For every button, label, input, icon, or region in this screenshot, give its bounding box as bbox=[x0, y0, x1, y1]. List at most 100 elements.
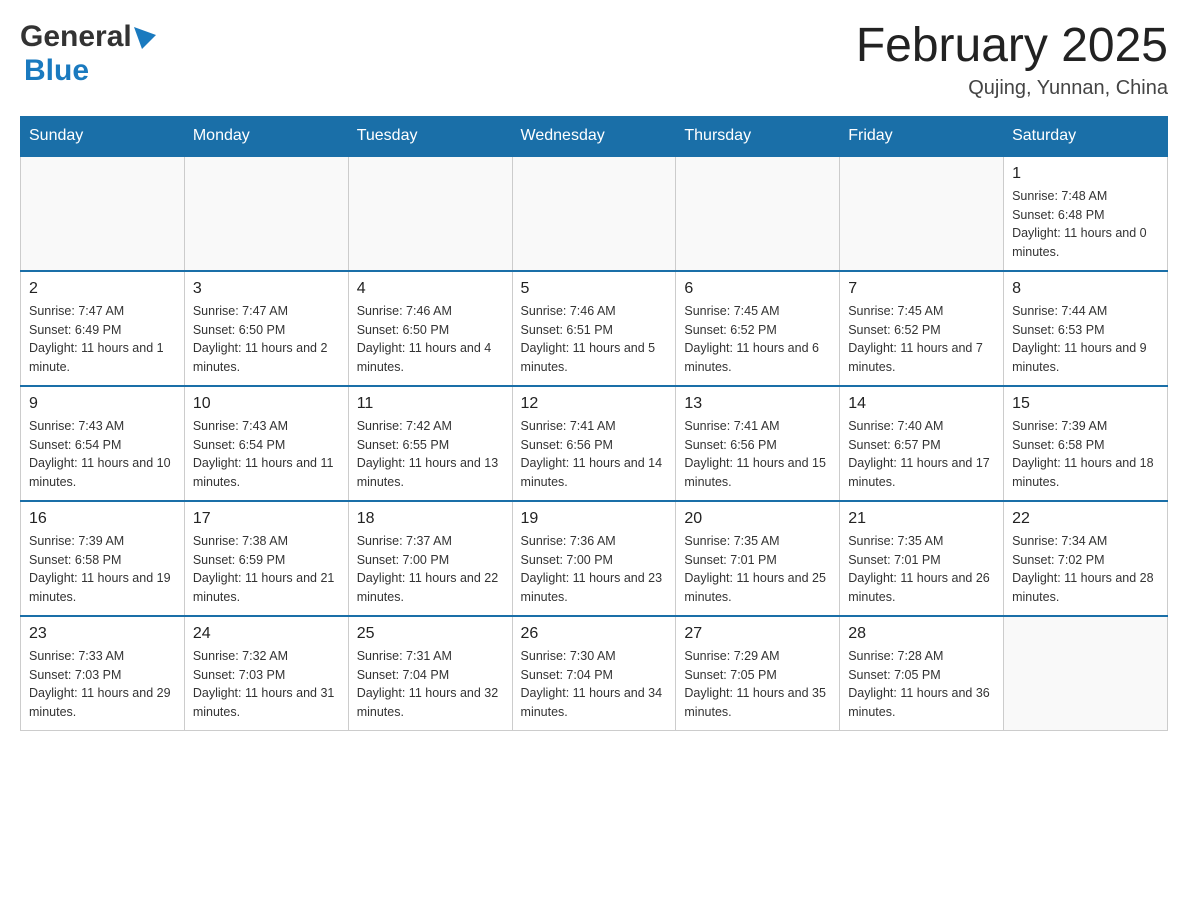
day-number: 4 bbox=[357, 280, 504, 298]
day-info: Sunrise: 7:43 AMSunset: 6:54 PMDaylight:… bbox=[29, 417, 176, 492]
calendar-cell: 4Sunrise: 7:46 AMSunset: 6:50 PMDaylight… bbox=[348, 271, 512, 386]
title-block: February 2025 Qujing, Yunnan, China bbox=[856, 20, 1168, 100]
calendar-cell: 1Sunrise: 7:48 AMSunset: 6:48 PMDaylight… bbox=[1004, 156, 1168, 271]
day-number: 23 bbox=[29, 625, 176, 643]
calendar-cell: 22 Sunrise: 7:34 AMSunset: 7:02 PMDayligh… bbox=[1004, 501, 1168, 616]
weekday-header-tuesday: Tuesday bbox=[348, 116, 512, 156]
day-info: Sunrise: 7:42 AMSunset: 6:55 PMDaylight:… bbox=[357, 417, 504, 492]
day-number: 20 bbox=[684, 510, 831, 528]
calendar-header: SundayMondayTuesdayWednesdayThursdayFrid… bbox=[21, 116, 1168, 156]
day-info: Sunrise: 7:40 AMSunset: 6:57 PMDaylight:… bbox=[848, 417, 995, 492]
day-number: 27 bbox=[684, 625, 831, 643]
day-number: 10 bbox=[193, 395, 340, 413]
calendar-cell: 6 Sunrise: 7:45 AMSunset: 6:52 PMDaylight… bbox=[676, 271, 840, 386]
day-info: Sunrise: 7:35 AMSunset: 7:01 PMDaylight:… bbox=[684, 532, 831, 607]
logo-general-text: General bbox=[20, 20, 132, 54]
day-number: 28 bbox=[848, 625, 995, 643]
day-info: Sunrise: 7:46 AMSunset: 6:51 PMDaylight:… bbox=[521, 302, 668, 377]
calendar-cell: 11Sunrise: 7:42 AMSunset: 6:55 PMDayligh… bbox=[348, 386, 512, 501]
weekday-header-friday: Friday bbox=[840, 116, 1004, 156]
calendar-week-2: 2 Sunrise: 7:47 AMSunset: 6:49 PMDaylight… bbox=[21, 271, 1168, 386]
day-number: 21 bbox=[848, 510, 995, 528]
calendar-cell: 20 Sunrise: 7:35 AMSunset: 7:01 PMDayligh… bbox=[676, 501, 840, 616]
weekday-header-row: SundayMondayTuesdayWednesdayThursdayFrid… bbox=[21, 116, 1168, 156]
weekday-header-monday: Monday bbox=[184, 116, 348, 156]
weekday-header-sunday: Sunday bbox=[21, 116, 185, 156]
day-number: 16 bbox=[29, 510, 176, 528]
calendar-cell: 24 Sunrise: 7:32 AMSunset: 7:03 PMDayligh… bbox=[184, 616, 348, 731]
day-info: Sunrise: 7:30 AMSunset: 7:04 PMDaylight:… bbox=[521, 647, 668, 722]
calendar-cell bbox=[348, 156, 512, 271]
weekday-header-saturday: Saturday bbox=[1004, 116, 1168, 156]
day-number: 8 bbox=[1012, 280, 1159, 298]
calendar-cell: 23 Sunrise: 7:33 AMSunset: 7:03 PMDayligh… bbox=[21, 616, 185, 731]
day-number: 2 bbox=[29, 280, 176, 298]
calendar-cell: 2 Sunrise: 7:47 AMSunset: 6:49 PMDaylight… bbox=[21, 271, 185, 386]
day-info: Sunrise: 7:39 AMSunset: 6:58 PMDaylight:… bbox=[1012, 417, 1159, 492]
day-info: Sunrise: 7:31 AMSunset: 7:04 PMDaylight:… bbox=[357, 647, 504, 722]
day-info: Sunrise: 7:39 AMSunset: 6:58 PMDaylight:… bbox=[29, 532, 176, 607]
calendar-cell: 25 Sunrise: 7:31 AMSunset: 7:04 PMDayligh… bbox=[348, 616, 512, 731]
day-info: Sunrise: 7:44 AMSunset: 6:53 PMDaylight:… bbox=[1012, 302, 1159, 377]
weekday-header-wednesday: Wednesday bbox=[512, 116, 676, 156]
calendar-cell: 13Sunrise: 7:41 AMSunset: 6:56 PMDayligh… bbox=[676, 386, 840, 501]
day-info: Sunrise: 7:43 AMSunset: 6:54 PMDaylight:… bbox=[193, 417, 340, 492]
weekday-header-thursday: Thursday bbox=[676, 116, 840, 156]
calendar-cell: 7Sunrise: 7:45 AMSunset: 6:52 PMDaylight… bbox=[840, 271, 1004, 386]
day-info: Sunrise: 7:32 AMSunset: 7:03 PMDaylight:… bbox=[193, 647, 340, 722]
calendar-cell: 8 Sunrise: 7:44 AMSunset: 6:53 PMDaylight… bbox=[1004, 271, 1168, 386]
calendar-week-1: 1Sunrise: 7:48 AMSunset: 6:48 PMDaylight… bbox=[21, 156, 1168, 271]
day-info: Sunrise: 7:34 AMSunset: 7:02 PMDaylight:… bbox=[1012, 532, 1159, 607]
day-number: 14 bbox=[848, 395, 995, 413]
day-number: 25 bbox=[357, 625, 504, 643]
calendar-week-5: 23 Sunrise: 7:33 AMSunset: 7:03 PMDayligh… bbox=[21, 616, 1168, 731]
day-info: Sunrise: 7:47 AMSunset: 6:50 PMDaylight:… bbox=[193, 302, 340, 377]
calendar-cell: 26Sunrise: 7:30 AMSunset: 7:04 PMDayligh… bbox=[512, 616, 676, 731]
calendar-cell: 14 Sunrise: 7:40 AMSunset: 6:57 PMDayligh… bbox=[840, 386, 1004, 501]
day-info: Sunrise: 7:29 AMSunset: 7:05 PMDaylight:… bbox=[684, 647, 831, 722]
calendar-cell bbox=[21, 156, 185, 271]
calendar-cell: 16 Sunrise: 7:39 AMSunset: 6:58 PMDayligh… bbox=[21, 501, 185, 616]
day-number: 12 bbox=[521, 395, 668, 413]
page-header: General Blue February 2025 Qujing, Yunna… bbox=[20, 20, 1168, 100]
day-info: Sunrise: 7:35 AMSunset: 7:01 PMDaylight:… bbox=[848, 532, 995, 607]
day-info: Sunrise: 7:37 AMSunset: 7:00 PMDaylight:… bbox=[357, 532, 504, 607]
calendar-cell bbox=[840, 156, 1004, 271]
logo: General Blue bbox=[20, 20, 156, 88]
calendar-table: SundayMondayTuesdayWednesdayThursdayFrid… bbox=[20, 116, 1168, 731]
calendar-cell: 9 Sunrise: 7:43 AMSunset: 6:54 PMDaylight… bbox=[21, 386, 185, 501]
calendar-week-3: 9 Sunrise: 7:43 AMSunset: 6:54 PMDaylight… bbox=[21, 386, 1168, 501]
day-info: Sunrise: 7:28 AMSunset: 7:05 PMDaylight:… bbox=[848, 647, 995, 722]
calendar-cell: 3 Sunrise: 7:47 AMSunset: 6:50 PMDaylight… bbox=[184, 271, 348, 386]
location-title: Qujing, Yunnan, China bbox=[856, 77, 1168, 100]
calendar-cell: 12Sunrise: 7:41 AMSunset: 6:56 PMDayligh… bbox=[512, 386, 676, 501]
month-title: February 2025 bbox=[856, 20, 1168, 73]
calendar-cell bbox=[184, 156, 348, 271]
day-number: 24 bbox=[193, 625, 340, 643]
day-number: 9 bbox=[29, 395, 176, 413]
day-number: 3 bbox=[193, 280, 340, 298]
calendar-cell: 15 Sunrise: 7:39 AMSunset: 6:58 PMDayligh… bbox=[1004, 386, 1168, 501]
day-number: 22 bbox=[1012, 510, 1159, 528]
day-info: Sunrise: 7:45 AMSunset: 6:52 PMDaylight:… bbox=[848, 302, 995, 377]
calendar-week-4: 16 Sunrise: 7:39 AMSunset: 6:58 PMDayligh… bbox=[21, 501, 1168, 616]
day-number: 17 bbox=[193, 510, 340, 528]
calendar-cell bbox=[512, 156, 676, 271]
day-info: Sunrise: 7:47 AMSunset: 6:49 PMDaylight:… bbox=[29, 302, 176, 377]
day-number: 15 bbox=[1012, 395, 1159, 413]
calendar-cell: 27 Sunrise: 7:29 AMSunset: 7:05 PMDayligh… bbox=[676, 616, 840, 731]
calendar-cell: 28 Sunrise: 7:28 AMSunset: 7:05 PMDayligh… bbox=[840, 616, 1004, 731]
logo-blue-text: Blue bbox=[24, 54, 89, 88]
day-number: 6 bbox=[684, 280, 831, 298]
calendar-cell: 21 Sunrise: 7:35 AMSunset: 7:01 PMDayligh… bbox=[840, 501, 1004, 616]
day-info: Sunrise: 7:45 AMSunset: 6:52 PMDaylight:… bbox=[684, 302, 831, 377]
day-number: 18 bbox=[357, 510, 504, 528]
calendar-body: 1Sunrise: 7:48 AMSunset: 6:48 PMDaylight… bbox=[21, 156, 1168, 731]
calendar-cell: 5 Sunrise: 7:46 AMSunset: 6:51 PMDaylight… bbox=[512, 271, 676, 386]
day-number: 5 bbox=[521, 280, 668, 298]
day-info: Sunrise: 7:41 AMSunset: 6:56 PMDaylight:… bbox=[684, 417, 831, 492]
day-info: Sunrise: 7:48 AMSunset: 6:48 PMDaylight:… bbox=[1012, 187, 1159, 262]
day-info: Sunrise: 7:33 AMSunset: 7:03 PMDaylight:… bbox=[29, 647, 176, 722]
calendar-cell bbox=[1004, 616, 1168, 731]
calendar-cell bbox=[676, 156, 840, 271]
